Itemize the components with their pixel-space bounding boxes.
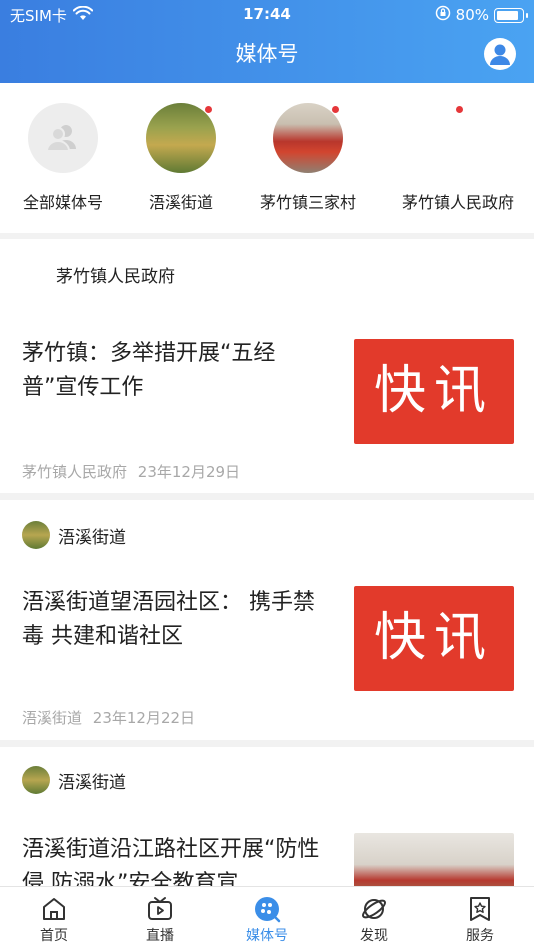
app-header: 无SIM卡 17:44 80% 媒体号 [0,0,534,83]
users-icon [45,125,76,152]
article-card[interactable]: 浯溪街道 浯溪街道望浯园社区： 携手禁毒 共建和谐社区 快讯 浯溪街道 23年1… [0,500,534,740]
media-icon [255,897,281,923]
bookmark-star-icon [470,897,490,921]
tab-service[interactable]: 服务 [440,895,520,945]
article-card[interactable]: 茅竹镇人民政府 茅竹镇：多举措开展“五经普”宣传工作 快讯 茅竹镇人民政府 23… [0,239,534,493]
media-item-maozhu[interactable]: 茅竹镇人民政府 [393,103,523,213]
article-thumbnail[interactable]: 快讯 [354,339,514,444]
source-avatar [22,521,50,549]
media-item-label: 浯溪街道 [148,193,213,212]
all-media-avatar [28,103,98,173]
source-avatar [22,766,50,794]
article-thumbnail[interactable] [354,833,514,886]
thumbnail-text: 快讯 [354,339,514,444]
article-title[interactable]: 茅竹镇：多举措开展“五经普”宣传工作 [22,337,322,405]
tab-label: 媒体号 [246,928,288,944]
unread-dot [332,106,339,113]
meta-source: 浯溪街道 [22,709,83,727]
source-name: 浯溪街道 [58,527,126,548]
meta-date: 23年12月29日 [137,463,241,481]
tab-label: 服务 [466,928,494,944]
article-source[interactable]: 浯溪街道 [22,765,126,795]
thumbnail-text: 快讯 [354,586,514,691]
wuxi-avatar [146,103,216,173]
article-title[interactable]: 浯溪街道望浯园社区： 携手禁毒 共建和谐社区 [22,586,322,654]
tab-media[interactable]: 媒体号 [227,895,307,945]
source-name: 茅竹镇人民政府 [56,266,175,287]
tab-label: 直播 [146,928,174,944]
tab-label: 发现 [360,928,388,944]
media-item-sanjia[interactable]: 茅竹镇三家村 [243,103,373,213]
user-icon [490,44,510,65]
article-source[interactable]: 浯溪街道 [22,520,126,550]
media-item-wuxi[interactable]: 浯溪街道 [116,103,246,213]
article-title[interactable]: 浯溪街道沿江路社区开展“防性侵 防溺水”安全教育宣 [22,833,322,886]
page-title: 媒体号 [235,42,299,66]
media-item-label: 茅竹镇人民政府 [401,193,514,212]
tab-label: 首页 [40,928,68,944]
article-card[interactable]: 浯溪街道 浯溪街道沿江路社区开展“防性侵 防溺水”安全教育宣 [0,747,534,886]
tab-live[interactable]: 直播 [120,895,200,945]
status-bar: 无SIM卡 17:44 80% [0,0,534,28]
user-avatar-button[interactable] [484,38,516,70]
media-item-label: 全部媒体号 [22,193,103,212]
unread-dot [456,106,463,113]
planet-icon [362,899,386,919]
home-icon [43,898,65,920]
tab-home[interactable]: 首页 [14,895,94,945]
bottom-tab-bar: 首页 直播 媒体号 发现 服务 [0,886,534,950]
meta-source: 茅竹镇人民政府 [22,463,128,481]
sanjia-avatar [273,103,343,173]
battery-percent: 80% [455,6,489,24]
media-item-label: 茅竹镇三家村 [259,193,356,212]
article-thumbnail[interactable]: 快讯 [354,586,514,691]
meta-date: 23年12月22日 [92,709,196,727]
media-account-bar: 全部媒体号 浯溪街道 茅竹镇三家村 茅竹镇人民政府 [0,83,534,233]
tv-icon [148,897,172,920]
media-item-all[interactable]: 全部媒体号 [0,103,128,213]
article-source[interactable]: 茅竹镇人民政府 [56,259,175,289]
orientation-lock-icon [435,5,451,25]
article-meta: 浯溪街道 23年12月22日 [22,707,195,728]
tab-discover[interactable]: 发现 [334,895,414,945]
source-name: 浯溪街道 [58,772,126,793]
maozhu-avatar [423,103,493,173]
article-meta: 茅竹镇人民政府 23年12月29日 [22,461,240,482]
battery-icon [494,7,528,23]
unread-dot [205,106,212,113]
